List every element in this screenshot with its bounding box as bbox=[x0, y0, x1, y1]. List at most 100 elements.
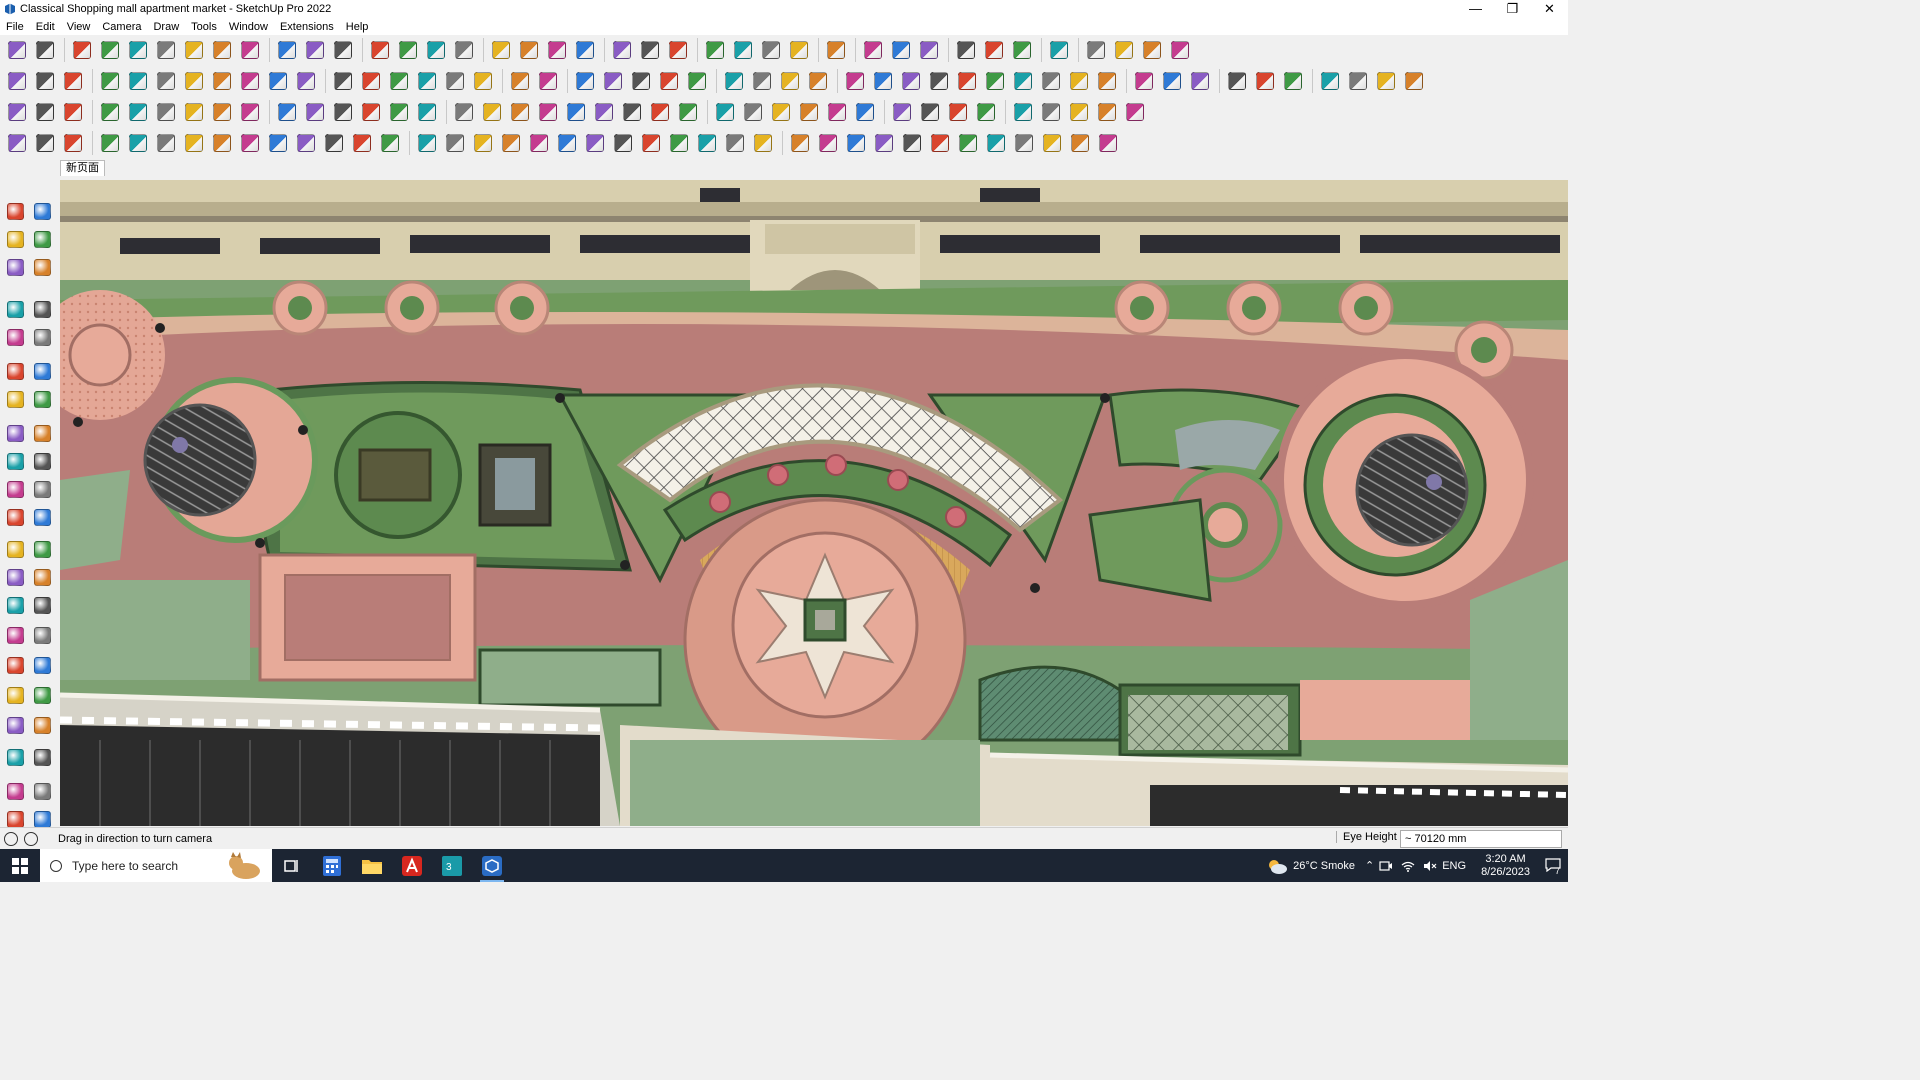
taskbar-clock[interactable]: 3:20 AM 8/26/2023 bbox=[1481, 853, 1530, 879]
main-tool-button-8[interactable] bbox=[209, 37, 235, 63]
taskbar-acrobat[interactable] bbox=[392, 849, 432, 882]
palette-tool-button-37[interactable] bbox=[2, 744, 29, 771]
style-tool-button-1[interactable] bbox=[4, 68, 30, 94]
main-tool-button-29[interactable] bbox=[860, 37, 886, 63]
style-tool-button-11[interactable] bbox=[293, 68, 319, 94]
palette-tool-button-15[interactable] bbox=[2, 420, 29, 447]
main-tool-button-18[interactable] bbox=[516, 37, 542, 63]
task-view-button[interactable] bbox=[272, 849, 312, 882]
advanced-tool-button-37[interactable] bbox=[1039, 130, 1065, 156]
palette-tool-button-30[interactable] bbox=[29, 622, 56, 649]
extension-tool-button-10[interactable] bbox=[274, 99, 300, 125]
extension-tool-button-14[interactable] bbox=[386, 99, 412, 125]
info-icon[interactable] bbox=[24, 831, 38, 846]
palette-tool-button-12[interactable] bbox=[29, 358, 56, 385]
style-tool-button-34[interactable] bbox=[982, 68, 1008, 94]
main-tool-button-28[interactable] bbox=[823, 37, 849, 63]
weather-text[interactable]: 26°C Smoke bbox=[1293, 860, 1355, 872]
style-tool-button-47[interactable] bbox=[1373, 68, 1399, 94]
main-tool-button-27[interactable] bbox=[786, 37, 812, 63]
main-tool-button-13[interactable] bbox=[367, 37, 393, 63]
palette-tool-button-33[interactable] bbox=[2, 682, 29, 709]
extension-tool-button-30[interactable] bbox=[852, 99, 878, 125]
advanced-tool-button-12[interactable] bbox=[321, 130, 347, 156]
extension-tool-button-1[interactable] bbox=[4, 99, 30, 125]
advanced-tool-button-31[interactable] bbox=[871, 130, 897, 156]
main-tool-button-37[interactable] bbox=[1111, 37, 1137, 63]
main-tool-button-7[interactable] bbox=[181, 37, 207, 63]
extension-tool-button-11[interactable] bbox=[302, 99, 328, 125]
palette-tool-button-10[interactable] bbox=[29, 324, 56, 351]
style-tool-button-37[interactable] bbox=[1066, 68, 1092, 94]
style-tool-button-9[interactable] bbox=[237, 68, 263, 94]
extension-tool-button-12[interactable] bbox=[330, 99, 356, 125]
style-tool-button-7[interactable] bbox=[181, 68, 207, 94]
extension-tool-button-31[interactable] bbox=[889, 99, 915, 125]
advanced-tool-button-24[interactable] bbox=[666, 130, 692, 156]
palette-tool-button-20[interactable] bbox=[29, 476, 56, 503]
advanced-tool-button-18[interactable] bbox=[498, 130, 524, 156]
extension-tool-button-8[interactable] bbox=[209, 99, 235, 125]
menu-window[interactable]: Window bbox=[223, 21, 274, 33]
scene-tab[interactable]: 新页面 bbox=[60, 160, 105, 176]
style-tool-button-30[interactable] bbox=[870, 68, 896, 94]
style-tool-button-26[interactable] bbox=[749, 68, 775, 94]
main-tool-button-4[interactable] bbox=[97, 37, 123, 63]
extension-tool-button-5[interactable] bbox=[125, 99, 151, 125]
advanced-tool-button-33[interactable] bbox=[927, 130, 953, 156]
menu-camera[interactable]: Camera bbox=[96, 21, 147, 33]
main-tool-button-6[interactable] bbox=[153, 37, 179, 63]
advanced-tool-button-1[interactable] bbox=[4, 130, 30, 156]
advanced-tool-button-19[interactable] bbox=[526, 130, 552, 156]
palette-tool-button-39[interactable] bbox=[2, 778, 29, 805]
style-tool-button-40[interactable] bbox=[1159, 68, 1185, 94]
taskbar-file-explorer[interactable] bbox=[352, 849, 392, 882]
palette-tool-button-19[interactable] bbox=[2, 476, 29, 503]
main-tool-button-21[interactable] bbox=[609, 37, 635, 63]
palette-tool-button-40[interactable] bbox=[29, 778, 56, 805]
extension-tool-button-27[interactable] bbox=[768, 99, 794, 125]
palette-tool-button-28[interactable] bbox=[29, 592, 56, 619]
extension-tool-button-9[interactable] bbox=[237, 99, 263, 125]
style-tool-button-20[interactable] bbox=[572, 68, 598, 94]
palette-tool-button-14[interactable] bbox=[29, 386, 56, 413]
extension-tool-button-19[interactable] bbox=[535, 99, 561, 125]
advanced-tool-button-5[interactable] bbox=[125, 130, 151, 156]
palette-tool-button-2[interactable] bbox=[29, 198, 56, 225]
extension-tool-button-25[interactable] bbox=[712, 99, 738, 125]
style-tool-button-35[interactable] bbox=[1010, 68, 1036, 94]
advanced-tool-button-21[interactable] bbox=[582, 130, 608, 156]
minimize-button[interactable]: — bbox=[1457, 0, 1494, 18]
menu-edit[interactable]: Edit bbox=[30, 21, 61, 33]
extension-tool-button-35[interactable] bbox=[1010, 99, 1036, 125]
advanced-tool-button-20[interactable] bbox=[554, 130, 580, 156]
main-tool-button-26[interactable] bbox=[758, 37, 784, 63]
palette-tool-button-26[interactable] bbox=[29, 564, 56, 591]
advanced-tool-button-6[interactable] bbox=[153, 130, 179, 156]
style-tool-button-4[interactable] bbox=[97, 68, 123, 94]
palette-tool-button-32[interactable] bbox=[29, 652, 56, 679]
style-tool-button-17[interactable] bbox=[470, 68, 496, 94]
taskbar-calculator[interactable] bbox=[312, 849, 352, 882]
palette-tool-button-27[interactable] bbox=[2, 592, 29, 619]
palette-tool-button-38[interactable] bbox=[29, 744, 56, 771]
main-tool-button-20[interactable] bbox=[572, 37, 598, 63]
palette-tool-button-1[interactable] bbox=[2, 198, 29, 225]
menu-extensions[interactable]: Extensions bbox=[274, 21, 340, 33]
menu-tools[interactable]: Tools bbox=[185, 21, 223, 33]
palette-tool-button-9[interactable] bbox=[2, 324, 29, 351]
main-tool-button-11[interactable] bbox=[302, 37, 328, 63]
style-tool-button-32[interactable] bbox=[926, 68, 952, 94]
style-tool-button-39[interactable] bbox=[1131, 68, 1157, 94]
menu-help[interactable]: Help bbox=[340, 21, 375, 33]
palette-tool-button-7[interactable] bbox=[2, 296, 29, 323]
palette-tool-button-36[interactable] bbox=[29, 712, 56, 739]
taskbar-3dsmax[interactable]: 3 bbox=[432, 849, 472, 882]
advanced-tool-button-7[interactable] bbox=[181, 130, 207, 156]
menu-draw[interactable]: Draw bbox=[147, 21, 185, 33]
advanced-tool-button-15[interactable] bbox=[414, 130, 440, 156]
extension-tool-button-33[interactable] bbox=[945, 99, 971, 125]
advanced-tool-button-26[interactable] bbox=[722, 130, 748, 156]
main-tool-button-23[interactable] bbox=[665, 37, 691, 63]
style-tool-button-38[interactable] bbox=[1094, 68, 1120, 94]
